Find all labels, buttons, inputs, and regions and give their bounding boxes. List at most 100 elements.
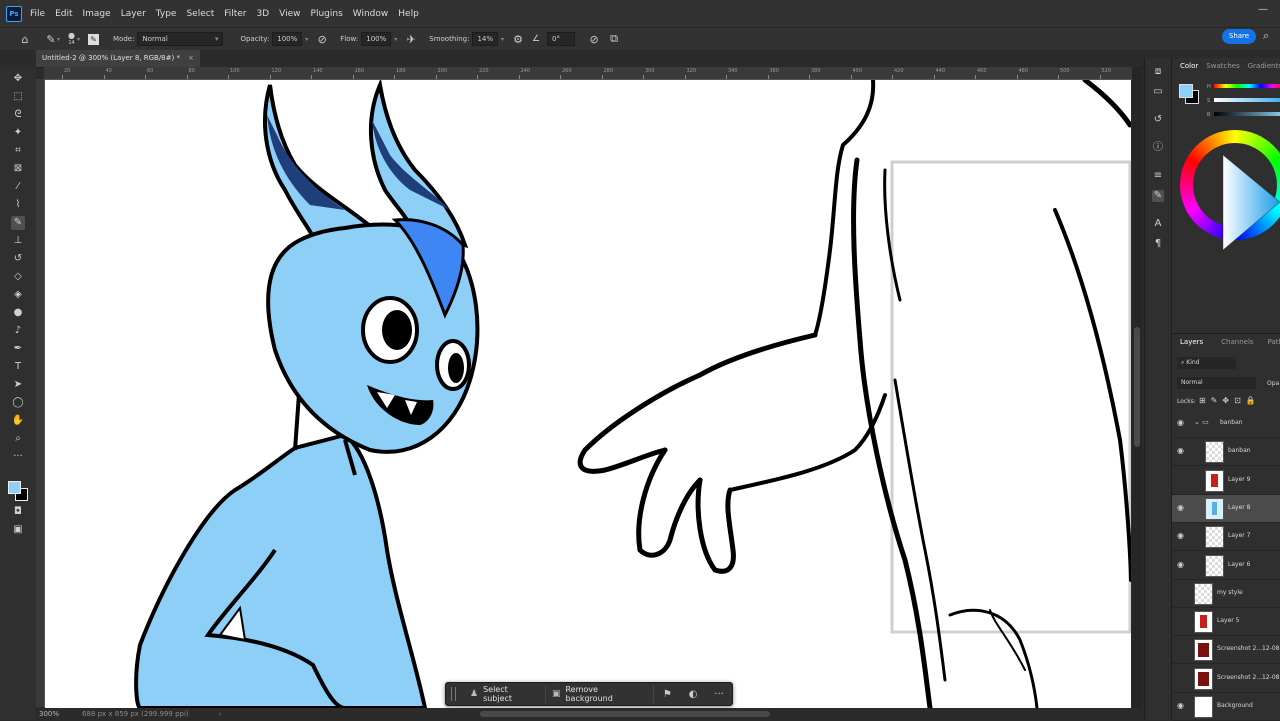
select-subject-button[interactable]: ♟ Select subject (464, 685, 546, 703)
marquee-tool-icon[interactable]: ⬚ (11, 90, 25, 104)
symmetry-icon[interactable]: ⧉ (606, 32, 622, 46)
layer-filter-select[interactable]: ⌕ Kind (1177, 357, 1236, 369)
drag-handle[interactable] (451, 687, 456, 701)
paint-bucket-tool-icon[interactable]: ◈ (11, 288, 25, 302)
vertical-scrollbar[interactable] (1132, 67, 1142, 708)
layer-row[interactable]: ◉ Layer 6 (1172, 552, 1280, 580)
tab-color[interactable]: Color (1180, 62, 1198, 70)
menu-plugins[interactable]: Plugins (311, 9, 343, 19)
remove-background-button[interactable]: ▣ Remove background (546, 685, 655, 703)
tab-channels[interactable]: Channels (1221, 338, 1253, 346)
eye-icon[interactable]: ◉ (1177, 503, 1184, 512)
eye-icon[interactable]: ◉ (1177, 701, 1184, 710)
gear-icon[interactable]: ⚙ (510, 33, 526, 46)
adjustments-icon[interactable]: ≡ (1152, 170, 1164, 182)
move-tool-icon[interactable]: ✥ (11, 72, 25, 86)
magic-wand-tool-icon[interactable]: ✦ (11, 126, 25, 140)
share-button[interactable]: Share (1222, 29, 1256, 44)
document-canvas[interactable] (45, 80, 1131, 708)
layer-row[interactable]: Screenshot 2...12-08 (1172, 665, 1280, 693)
saturation-slider[interactable] (1214, 98, 1280, 102)
menu-help[interactable]: Help (398, 9, 419, 19)
foreground-color-swatch[interactable] (8, 481, 21, 494)
eye-icon[interactable]: ◉ (1177, 531, 1184, 540)
pressure-size-icon[interactable]: ⊘ (586, 33, 602, 46)
horizontal-scrollbar-thumb[interactable] (480, 711, 770, 717)
tab-layers[interactable]: Layers (1180, 338, 1203, 346)
menu-select[interactable]: Select (186, 9, 214, 19)
dodge-tool-icon[interactable]: ♪ (11, 324, 25, 338)
brush-settings-icon[interactable]: ✎ (88, 33, 100, 45)
brush-tool-icon[interactable]: ✎ (11, 216, 25, 230)
home-icon[interactable]: ⌂ (17, 33, 33, 46)
history-icon[interactable]: ↺ (1152, 114, 1164, 126)
paragraph-icon[interactable]: ¶ (1152, 238, 1164, 250)
layer-group-row[interactable]: ◉ ⌄ ▭ banban (1172, 410, 1280, 438)
clone-stamp-tool-icon[interactable]: ⊥ (11, 234, 25, 248)
document-info[interactable]: 688 px x 859 px (299.999 ppi) › (82, 708, 221, 720)
layer-row[interactable]: ◉ banban (1172, 438, 1280, 467)
crop-tool-icon[interactable]: ⌗ (11, 144, 25, 158)
layer-row[interactable]: Layer 9 (1172, 467, 1280, 495)
history-brush-tool-icon[interactable]: ↺ (11, 252, 25, 266)
search-icon[interactable]: ⌕ (1263, 29, 1269, 43)
pressure-opacity-icon[interactable]: ⊘ (314, 33, 330, 46)
menu-3d[interactable]: 3D (257, 9, 270, 19)
more-tools-icon[interactable]: ··· (11, 450, 25, 464)
menu-layer[interactable]: Layer (121, 9, 146, 19)
brightness-slider[interactable] (1214, 112, 1280, 116)
info-icon[interactable]: ⓘ (1152, 142, 1164, 154)
layer-row[interactable]: my style (1172, 580, 1280, 608)
airbrush-icon[interactable]: ✈ (403, 33, 419, 46)
brush-size-picker[interactable]: ● 14 (68, 32, 75, 47)
chevron-down-icon[interactable]: ▾ (305, 36, 308, 43)
menu-image[interactable]: Image (83, 9, 111, 19)
chevron-down-icon[interactable]: ▾ (501, 36, 504, 43)
tab-gradients[interactable]: Gradients (1248, 62, 1280, 70)
opacity-field[interactable]: 100% (272, 32, 303, 46)
tab-swatches[interactable]: Swatches (1206, 62, 1239, 70)
quick-mask-icon[interactable]: ◘ (11, 505, 25, 519)
character-icon[interactable]: A (1152, 218, 1164, 230)
zoom-tool-icon[interactable]: ⌕ (11, 432, 25, 446)
layer-row[interactable]: ◉ Layer 7 (1172, 523, 1280, 552)
menu-edit[interactable]: Edit (55, 9, 72, 19)
tab-paths[interactable]: Paths (1268, 338, 1280, 346)
flow-field[interactable]: 100% (361, 32, 392, 46)
blend-mode-select[interactable]: Normal (1177, 377, 1256, 389)
hand-tool-icon[interactable]: ✋ (11, 414, 25, 428)
zoom-level[interactable]: 300% (39, 708, 59, 720)
pen-tool-icon[interactable]: ✒ (11, 342, 25, 356)
menu-filter[interactable]: Filter (224, 9, 246, 19)
color-triangle[interactable] (1218, 150, 1280, 255)
chevron-down-icon[interactable]: ▾ (77, 36, 80, 43)
chevron-down-icon[interactable]: ▾ (57, 36, 60, 43)
blur-tool-icon[interactable]: ● (11, 306, 25, 320)
type-tool-icon[interactable]: T (11, 360, 25, 374)
eye-icon[interactable]: ◉ (1177, 418, 1184, 427)
ellipse-tool-icon[interactable]: ◯ (11, 396, 25, 410)
screen-mode-icon[interactable]: ▣ (11, 523, 25, 537)
menu-window[interactable]: Window (353, 9, 389, 19)
menu-file[interactable]: File (30, 9, 45, 19)
brush-settings-panel-icon[interactable]: ✎ (1152, 190, 1164, 202)
smoothing-field[interactable]: 14% (472, 32, 499, 46)
frame-tool-icon[interactable]: ⊠ (11, 162, 25, 176)
healing-brush-tool-icon[interactable]: ⌇ (11, 198, 25, 212)
close-icon[interactable]: × (188, 54, 194, 62)
layer-row[interactable]: Layer 5 (1172, 608, 1280, 637)
menu-type[interactable]: Type (156, 9, 177, 19)
eye-icon[interactable]: ◉ (1177, 446, 1184, 455)
folder-icon[interactable]: ⌄ ▭ (1194, 418, 1209, 426)
layer-row[interactable]: ◉ Layer 8 (1172, 494, 1280, 523)
hue-slider[interactable] (1214, 84, 1280, 88)
scrollbar-thumb[interactable] (1134, 327, 1140, 447)
mode-select[interactable]: Normal ▾ (137, 32, 224, 46)
angle-field[interactable]: 0° (547, 32, 576, 46)
menu-view[interactable]: View (279, 9, 300, 19)
panel-foreground-swatch[interactable] (1179, 84, 1193, 98)
eye-icon[interactable]: ◉ (1177, 560, 1184, 569)
lasso-tool-icon[interactable]: ᘓ (11, 108, 25, 122)
minimize-button[interactable]: — (1258, 4, 1268, 15)
lock-icons[interactable]: ⊞✎✥⊡🔒 (1199, 396, 1261, 405)
